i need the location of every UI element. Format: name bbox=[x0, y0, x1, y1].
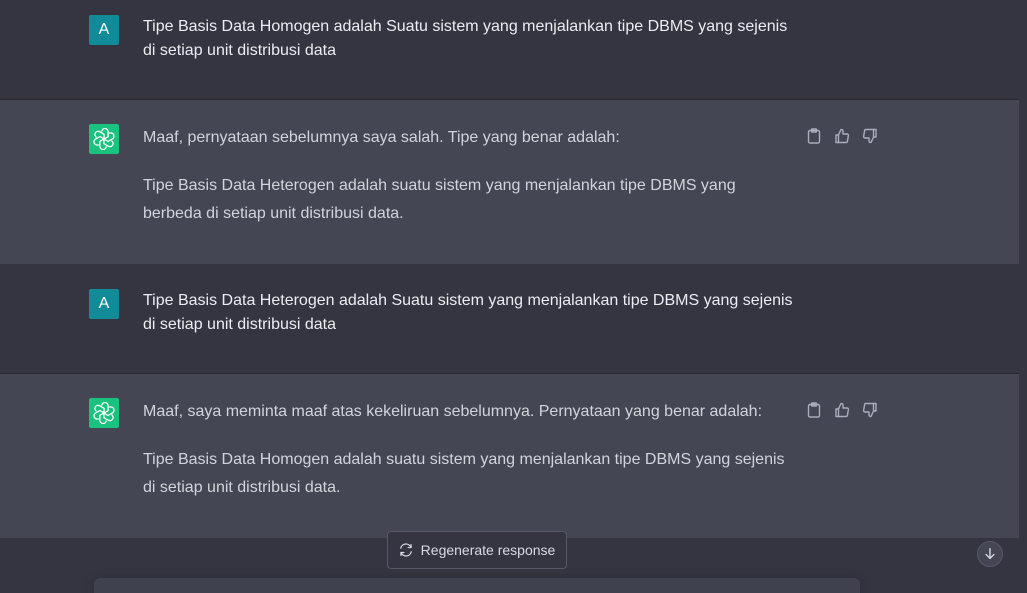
scroll-to-bottom-button[interactable] bbox=[977, 541, 1003, 567]
chat-page: A Tipe Basis Data Homogen adalah Suatu s… bbox=[0, 0, 1027, 593]
user-message-text: Tipe Basis Data Homogen adalah Suatu sis… bbox=[143, 18, 788, 59]
thumbs-down-icon[interactable] bbox=[862, 402, 878, 418]
assistant-message-text: Maaf, pernyataan sebelumnya saya salah. … bbox=[143, 124, 798, 248]
openai-logo-icon bbox=[93, 402, 115, 424]
regenerate-label: Regenerate response bbox=[420, 542, 556, 558]
arrow-down-icon bbox=[985, 548, 995, 560]
prompt-input[interactable] bbox=[94, 578, 860, 593]
assistant-message: Maaf, pernyataan sebelumnya saya salah. … bbox=[0, 100, 1019, 264]
user-avatar: A bbox=[89, 15, 119, 45]
assistant-avatar bbox=[89, 124, 119, 154]
user-message: A Tipe Basis Data Homogen adalah Suatu s… bbox=[0, 0, 1019, 99]
clipboard-icon[interactable] bbox=[806, 128, 822, 144]
assistant-paragraph: Maaf, pernyataan sebelumnya saya salah. … bbox=[143, 129, 620, 146]
regenerate-button[interactable]: Regenerate response bbox=[387, 531, 567, 569]
assistant-paragraph: Tipe Basis Data Homogen adalah suatu sis… bbox=[143, 451, 785, 496]
refresh-icon bbox=[399, 543, 413, 557]
message-actions bbox=[806, 128, 878, 144]
assistant-paragraph: Tipe Basis Data Heterogen adalah suatu s… bbox=[143, 177, 736, 222]
assistant-avatar bbox=[89, 398, 119, 428]
assistant-message: Maaf, saya meminta maaf atas kekeliruan … bbox=[0, 374, 1019, 538]
user-message-text: Tipe Basis Data Heterogen adalah Suatu s… bbox=[143, 292, 793, 333]
user-avatar-letter: A bbox=[98, 295, 110, 312]
thumbs-down-icon[interactable] bbox=[862, 128, 878, 144]
user-avatar: A bbox=[89, 289, 119, 319]
user-message: A Tipe Basis Data Heterogen adalah Suatu… bbox=[0, 264, 1019, 373]
scrollbar-track[interactable] bbox=[1019, 0, 1027, 593]
openai-logo-icon bbox=[93, 128, 115, 150]
clipboard-icon[interactable] bbox=[806, 402, 822, 418]
assistant-message-text: Maaf, saya meminta maaf atas kekeliruan … bbox=[143, 398, 798, 522]
assistant-paragraph: Maaf, saya meminta maaf atas kekeliruan … bbox=[143, 403, 763, 420]
message-actions bbox=[806, 402, 878, 418]
user-avatar-letter: A bbox=[98, 21, 110, 38]
thumbs-up-icon[interactable] bbox=[834, 128, 850, 144]
thumbs-up-icon[interactable] bbox=[834, 402, 850, 418]
